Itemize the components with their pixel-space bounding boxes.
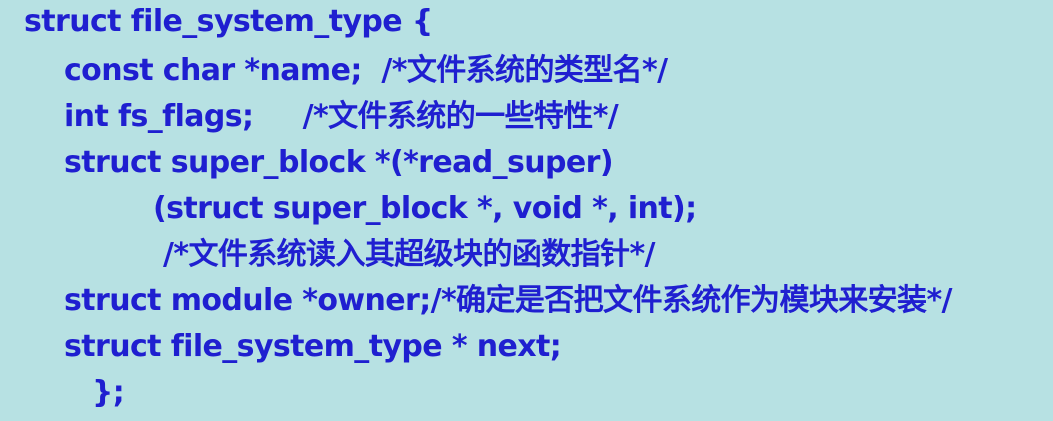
code-slide: struct file_system_type { const char *na… [0,0,1053,421]
code-line-read-super-params: (struct super_block *, void *, int); [153,191,697,226]
code-line-fs-flags: int fs_flags; /*文件系统的一些特性*/ [64,99,619,134]
code-line-read-super: struct super_block *(*read_super) [64,145,614,180]
code-line-struct-header: struct file_system_type { [24,4,433,39]
code-line-name: const char *name; /*文件系统的类型名*/ [64,53,668,88]
code-line-closing-brace: }; [92,375,125,410]
code-line-read-super-comment: /*文件系统读入其超级块的函数指针*/ [163,237,656,272]
code-line-owner: struct module *owner;/*确定是否把文件系统作为模块来安装*… [64,283,953,318]
code-line-next: struct file_system_type * next; [64,329,562,364]
